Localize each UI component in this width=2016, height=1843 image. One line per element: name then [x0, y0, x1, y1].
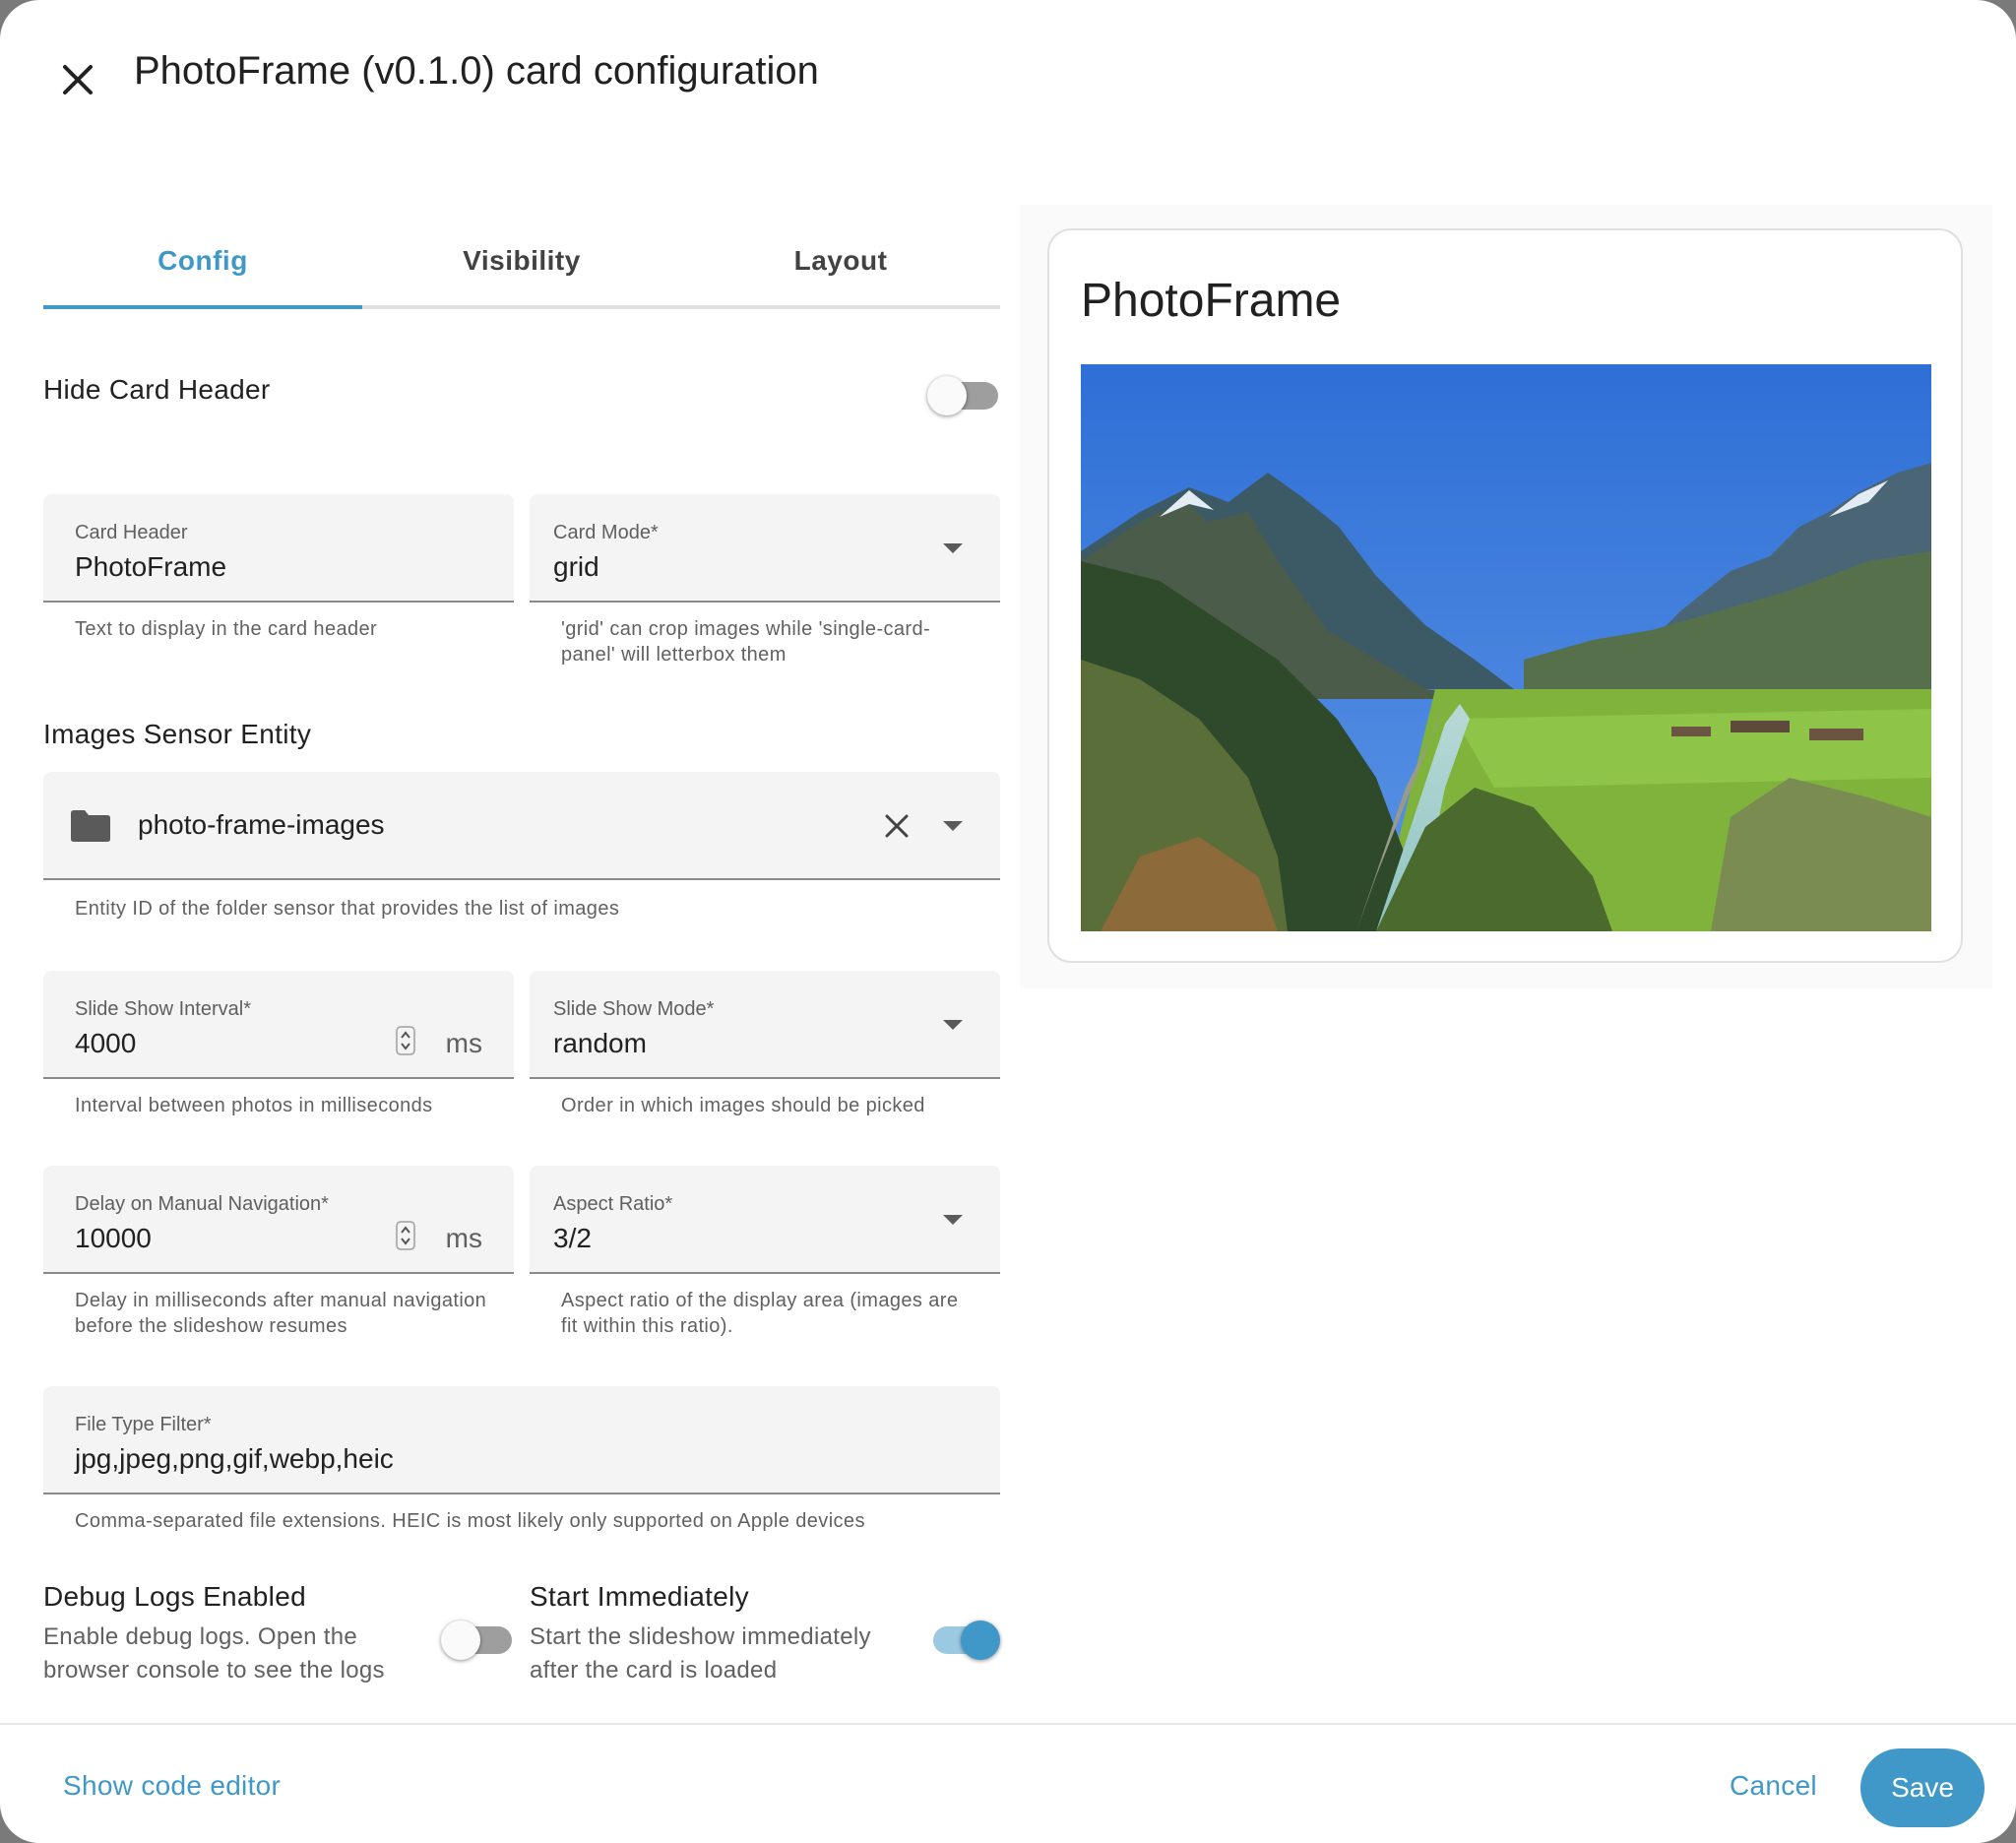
debug-logs-toggle[interactable]: [441, 1617, 514, 1660]
tab-bar: Config Visibility Layout: [43, 217, 1000, 309]
field-value: 3/2: [553, 1223, 592, 1253]
card-mode-select[interactable]: Card Mode* grid: [530, 494, 1000, 603]
field-suffix: ms: [445, 1223, 482, 1253]
card-config-dialog: PhotoFrame (v0.1.0) card configuration C…: [0, 0, 2016, 1843]
images-sensor-picker[interactable]: photo-frame-images: [43, 772, 1000, 880]
aspect-ratio-helper: Aspect ratio of the display area (images…: [561, 1290, 959, 1337]
field-label: File Type Filter*: [75, 1414, 212, 1435]
spinner-icon[interactable]: [396, 1221, 415, 1250]
show-code-editor-button[interactable]: Show code editor: [63, 1770, 281, 1802]
hide-header-label: Hide Card Header: [43, 374, 271, 405]
chevron-down-icon: [943, 543, 963, 553]
start-immediately-toggle[interactable]: [927, 1617, 1000, 1660]
dialog-title: PhotoFrame (v0.1.0) card configuration: [134, 49, 819, 93]
field-value: photo-frame-images: [138, 809, 385, 840]
tab-config[interactable]: Config: [43, 217, 362, 309]
field-label: Slide Show Interval*: [75, 998, 251, 1020]
start-immediately-title: Start Immediately: [530, 1581, 749, 1612]
field-value: random: [553, 1028, 647, 1058]
close-icon: [63, 65, 93, 95]
field-label: Card Header: [75, 522, 188, 543]
preview-card: PhotoFrame: [1047, 228, 1963, 963]
field-label: Delay on Manual Navigation*: [75, 1193, 329, 1215]
cancel-button[interactable]: Cancel: [1730, 1770, 1817, 1802]
chevron-down-icon: [943, 1215, 963, 1225]
chevron-down-icon: [943, 1020, 963, 1030]
start-immediately-description: Start the slideshow immediately after th…: [530, 1623, 871, 1684]
hide-header-toggle[interactable]: [927, 372, 1000, 415]
card-title: PhotoFrame: [1081, 275, 1342, 327]
delay-helper: Delay in milliseconds after manual navig…: [75, 1290, 487, 1337]
card-header-helper: Text to display in the card header: [75, 618, 378, 640]
save-button[interactable]: Save: [1860, 1748, 1984, 1827]
footer-divider: [0, 1723, 2016, 1725]
slideshow-image: [1081, 364, 1931, 931]
card-header-field[interactable]: Card Header PhotoFrame: [43, 494, 514, 603]
toggle-knob: [961, 1621, 1000, 1660]
aspect-ratio-select[interactable]: Aspect Ratio* 3/2: [530, 1166, 1000, 1274]
tab-visibility[interactable]: Visibility: [362, 217, 681, 305]
spinner-icon[interactable]: [396, 1026, 415, 1055]
field-value: 10000: [75, 1223, 152, 1253]
interval-helper: Interval between photos in milliseconds: [75, 1095, 433, 1116]
field-value: grid: [553, 551, 599, 582]
slide-mode-helper: Order in which images should be picked: [561, 1095, 925, 1116]
toggle-knob: [441, 1621, 480, 1660]
tab-layout[interactable]: Layout: [681, 217, 1000, 305]
toggle-knob: [927, 376, 967, 415]
clear-icon: [885, 814, 909, 838]
card-mode-helper: 'grid' can crop images while 'single-car…: [561, 618, 931, 666]
mountain-valley-photo: [1081, 364, 1931, 931]
file-filter-helper: Comma-separated file extensions. HEIC is…: [75, 1510, 865, 1532]
field-value: 4000: [75, 1028, 137, 1058]
field-label: Slide Show Mode*: [553, 998, 715, 1020]
file-filter-input[interactable]: File Type Filter* jpg,jpeg,png,gif,webp,…: [43, 1386, 1000, 1494]
debug-logs-title: Debug Logs Enabled: [43, 1581, 306, 1612]
folder-icon: [71, 810, 110, 842]
clear-button[interactable]: [880, 809, 914, 843]
field-label: Aspect Ratio*: [553, 1193, 673, 1215]
slide-mode-select[interactable]: Slide Show Mode* random: [530, 971, 1000, 1079]
images-sensor-helper: Entity ID of the folder sensor that prov…: [75, 898, 620, 920]
close-button[interactable]: [51, 53, 104, 106]
interval-input[interactable]: Slide Show Interval* 4000 ms: [43, 971, 514, 1079]
chevron-down-icon: [943, 821, 963, 831]
images-sensor-label: Images Sensor Entity: [43, 719, 312, 749]
debug-logs-description: Enable debug logs. Open the browser cons…: [43, 1623, 385, 1684]
field-value: PhotoFrame: [75, 551, 227, 582]
field-suffix: ms: [445, 1028, 482, 1058]
delay-input[interactable]: Delay on Manual Navigation* 10000 ms: [43, 1166, 514, 1274]
field-label: Card Mode*: [553, 522, 659, 543]
field-value: jpg,jpeg,png,gif,webp,heic: [75, 1443, 394, 1474]
